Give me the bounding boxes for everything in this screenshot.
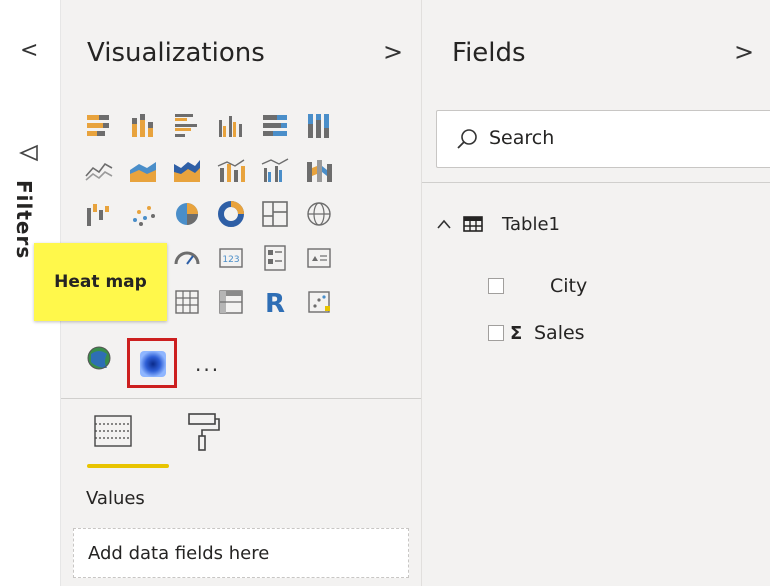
heat-map-visual-button[interactable] [127,338,177,388]
kpi-icon[interactable] [303,242,335,274]
fields-pane: Fields > Search Table1 City Σ Sales [422,0,770,586]
search-placeholder: Search [489,127,555,149]
donut-chart-icon[interactable] [215,198,247,230]
stacked-column-chart-icon[interactable] [127,110,159,142]
heat-map-icon [139,350,167,378]
python-visual-icon[interactable] [303,286,335,318]
visualizations-pane: Visualizations > 123 R ... Heat map Valu… [34,0,422,586]
chevron-up-icon[interactable] [436,215,456,234]
field-checkbox[interactable] [488,325,504,341]
sigma-icon: Σ [510,322,523,344]
100-stacked-column-chart-icon[interactable] [303,110,335,142]
table-name: Table1 [502,213,560,235]
stacked-area-chart-icon[interactable] [171,154,203,186]
expand-visualizations-button[interactable]: > [383,38,403,66]
heat-map-tooltip: Heat map [34,243,167,321]
card-icon[interactable]: 123 [215,242,247,274]
values-well-label: Values [86,488,145,509]
field-name: City [550,275,588,297]
filter-funnel-icon[interactable] [18,142,40,168]
visualizations-title: Visualizations [87,38,265,68]
multi-row-card-icon[interactable] [259,242,291,274]
scatter-chart-icon[interactable] [127,198,159,230]
clustered-column-chart-icon[interactable] [215,110,247,142]
arcgis-map-icon[interactable] [83,342,115,374]
active-tab-indicator [87,464,169,468]
svg-text:R: R [265,289,285,318]
line-chart-icon[interactable] [83,154,115,186]
fields-title: Fields [452,38,526,68]
gauge-icon[interactable] [171,242,203,274]
field-checkbox[interactable] [488,278,504,294]
r-script-visual-icon[interactable]: R [259,286,291,318]
pie-chart-icon[interactable] [171,198,203,230]
map-icon[interactable] [303,198,335,230]
add-data-fields-placeholder: Add data fields here [88,542,270,564]
format-paint-roller-icon[interactable] [185,410,225,460]
divider [61,398,421,399]
add-data-fields-dropzone[interactable]: Add data fields here [73,528,409,578]
clustered-bar-chart-icon[interactable] [171,110,203,142]
area-chart-icon[interactable] [127,154,159,186]
table-icon [462,215,484,233]
expand-fields-button[interactable]: > [734,38,754,66]
line-and-clustered-column-chart-icon[interactable] [259,154,291,186]
search-icon [455,127,479,151]
ribbon-chart-icon[interactable] [303,154,335,186]
waterfall-chart-icon[interactable] [83,198,115,230]
divider [422,182,770,183]
treemap-icon[interactable] [259,198,291,230]
matrix-icon[interactable] [215,286,247,318]
line-and-stacked-column-chart-icon[interactable] [215,154,247,186]
collapse-filters-button[interactable]: < [20,40,38,62]
table-node-table1[interactable]: Table1 [436,210,560,238]
field-row-city[interactable]: City [488,272,587,300]
100-stacked-bar-chart-icon[interactable] [259,110,291,142]
table-visual-icon[interactable] [171,286,203,318]
fields-tab-icon[interactable] [91,410,141,454]
fields-search-input[interactable]: Search [436,110,770,168]
stacked-bar-chart-icon[interactable] [83,110,115,142]
svg-text:123: 123 [222,255,239,265]
field-name: Sales [534,322,585,344]
more-visuals-button[interactable]: ... [195,352,220,376]
field-row-sales[interactable]: Σ Sales [488,319,585,347]
filters-label[interactable]: Filters [12,180,36,259]
